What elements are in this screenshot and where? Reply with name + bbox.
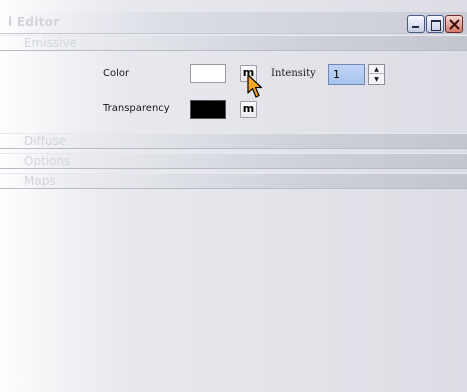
- window-title: l Editor: [8, 15, 60, 29]
- material-editor-window: l Editor Emissive Color m Intensity 1 ▲ …: [0, 0, 467, 392]
- transparency-swatch[interactable]: [190, 100, 226, 119]
- transparency-map-button[interactable]: m: [240, 101, 257, 118]
- spin-up-icon[interactable]: ▲: [369, 65, 384, 74]
- maximize-button[interactable]: [426, 15, 444, 33]
- intensity-spinner[interactable]: ▲ ▼: [368, 64, 385, 85]
- section-diffuse[interactable]: Diffuse: [0, 133, 467, 149]
- minimize-button[interactable]: [407, 15, 425, 33]
- intensity-input[interactable]: 1: [328, 64, 365, 85]
- section-emissive[interactable]: Emissive: [0, 35, 467, 51]
- section-maps[interactable]: Maps: [0, 173, 467, 189]
- spin-down-icon[interactable]: ▼: [369, 75, 384, 84]
- color-swatch[interactable]: [190, 64, 226, 83]
- title-bar[interactable]: l Editor: [0, 12, 467, 34]
- section-diffuse-label: Diffuse: [24, 134, 67, 148]
- color-label: Color: [103, 68, 130, 79]
- section-maps-label: Maps: [24, 174, 56, 188]
- close-icon: [449, 19, 460, 30]
- intensity-label: Intensity: [271, 68, 316, 79]
- section-emissive-label: Emissive: [24, 36, 77, 50]
- section-options-label: Options: [24, 154, 71, 168]
- section-options[interactable]: Options: [0, 153, 467, 169]
- transparency-label: Transparency: [103, 103, 170, 114]
- arrow-cursor-icon: [247, 74, 267, 100]
- close-button[interactable]: [445, 15, 463, 33]
